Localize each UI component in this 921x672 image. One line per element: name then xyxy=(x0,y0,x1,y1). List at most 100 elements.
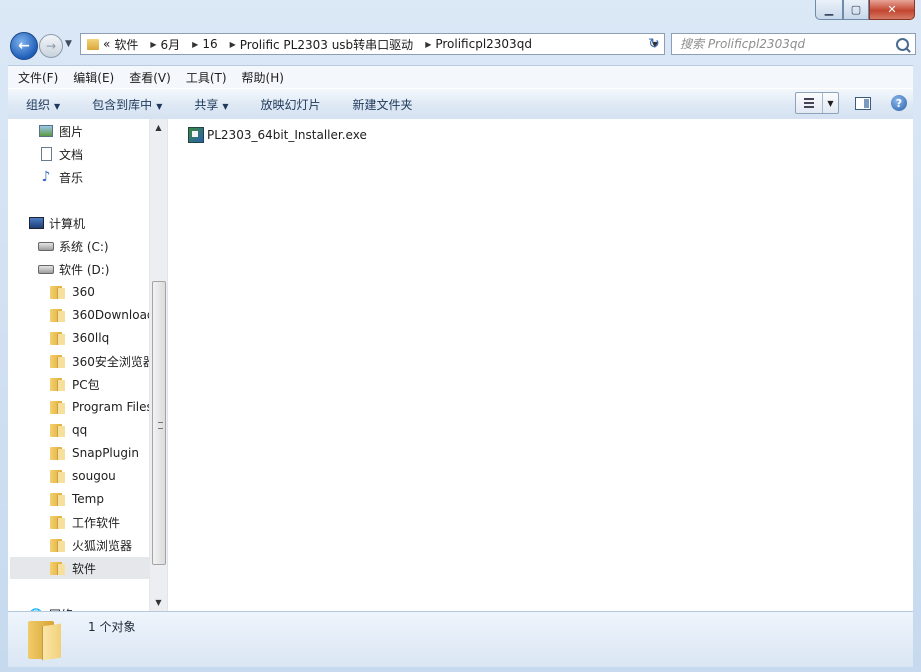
breadcrumb-item[interactable]: 软件 xyxy=(114,36,138,53)
tree-item-label: qq xyxy=(72,423,88,437)
refresh-button[interactable]: ↻ xyxy=(642,34,666,54)
tree-item-label: sougou xyxy=(72,469,116,483)
tree-folder[interactable]: 火狐浏览器 xyxy=(50,534,132,556)
breadcrumb-item[interactable]: 6月 xyxy=(161,36,181,53)
folder-icon xyxy=(50,377,65,391)
chevron-down-icon: ▼ xyxy=(222,102,229,111)
search-input[interactable] xyxy=(678,36,882,52)
tree-item-documents[interactable]: 文档 xyxy=(38,143,83,165)
file-item[interactable]: PL2303_64bit_Installer.exe xyxy=(188,127,367,143)
scroll-down-icon[interactable]: ▼ xyxy=(150,594,167,611)
tree-item-label: 计算机 xyxy=(49,216,86,231)
chevron-down-icon: ▼ xyxy=(156,102,163,111)
breadcrumb-separator-icon[interactable]: ▶ xyxy=(150,40,156,49)
tree-item-label: 火狐浏览器 xyxy=(72,538,133,553)
document-icon xyxy=(38,147,54,161)
tree-folder[interactable]: sougou xyxy=(50,465,116,487)
menu-edit[interactable]: 编辑(E) xyxy=(63,69,119,86)
breadcrumb-item[interactable]: Prolific PL2303 usb转串口驱动 xyxy=(240,36,413,53)
help-icon[interactable]: ? xyxy=(891,95,907,111)
tree-item-drive-d[interactable]: 软件 (D:) xyxy=(38,258,109,280)
change-view-button[interactable]: ▼ xyxy=(795,92,839,114)
minimize-button[interactable]: ▁ xyxy=(815,0,843,20)
back-button[interactable]: ← xyxy=(10,32,38,60)
preview-pane-icon[interactable] xyxy=(855,96,871,110)
arrow-right-icon: → xyxy=(45,39,57,53)
share-label: 共享 xyxy=(194,98,219,112)
search-box[interactable] xyxy=(671,33,916,55)
tree-folder[interactable]: 360 xyxy=(50,281,95,303)
new-folder-button[interactable]: 新建文件夹 xyxy=(335,96,427,113)
tree-item-label: 文档 xyxy=(59,147,84,162)
search-icon[interactable] xyxy=(896,37,909,51)
include-in-library-button[interactable]: 包含到库中 ▼ xyxy=(74,96,176,113)
menu-tools[interactable]: 工具(T) xyxy=(176,69,232,86)
drive-icon xyxy=(38,262,54,276)
menu-file[interactable]: 文件(F) xyxy=(8,69,63,86)
forward-button[interactable]: → xyxy=(39,34,63,58)
computer-icon xyxy=(28,216,44,230)
command-bar: 组织 ▼ 包含到库中 ▼ 共享 ▼ 放映幻灯片 新建文件夹 ▼ ? xyxy=(8,88,913,121)
tree-item-label: 软件 xyxy=(72,561,97,576)
tree-item-drive-c[interactable]: 系统 (C:) xyxy=(38,235,109,257)
share-button[interactable]: 共享 ▼ xyxy=(176,96,242,113)
tree-item-pictures[interactable]: 图片 xyxy=(38,120,83,142)
maximize-button[interactable]: ▢ xyxy=(843,0,869,20)
close-button[interactable]: ✕ xyxy=(869,0,915,20)
tree-item-label: 360安全浏览器 xyxy=(72,354,149,369)
navigation-bar: ← → ▼ « 软件 ▶ 6月 ▶ 16 ▶ Prolific PL2303 u… xyxy=(8,30,916,60)
tree-item-label: SnapPlugin xyxy=(72,446,139,460)
include-label: 包含到库中 xyxy=(92,98,153,112)
breadcrumb-item[interactable]: 16 xyxy=(202,37,217,51)
tree-item-computer[interactable]: 计算机 xyxy=(28,212,85,234)
address-bar[interactable]: « 软件 ▶ 6月 ▶ 16 ▶ Prolific PL2303 usb转串口驱… xyxy=(80,33,665,55)
tree-folder[interactable]: qq xyxy=(50,419,87,441)
breadcrumb-separator-icon[interactable]: ▶ xyxy=(230,40,236,49)
window-controls: ▁ ▢ ✕ xyxy=(815,0,915,20)
tree-folder[interactable]: 工作软件 xyxy=(50,511,120,533)
tree-folder[interactable]: 360安全浏览器 xyxy=(50,350,149,372)
menu-help[interactable]: 帮助(H) xyxy=(232,69,289,86)
folder-icon xyxy=(50,492,65,506)
tree-item-label: 音乐 xyxy=(59,170,84,185)
file-name: PL2303_64bit_Installer.exe xyxy=(207,128,367,142)
folder-icon xyxy=(50,308,65,322)
tree-folder[interactable]: PC包 xyxy=(50,373,100,395)
folder-icon xyxy=(50,538,65,552)
folder-icon xyxy=(50,469,65,483)
breadcrumb-item[interactable]: Prolificpl2303qd xyxy=(435,37,532,51)
tree-item-label: Program Files xyxy=(72,400,149,414)
breadcrumb-separator-icon[interactable]: ▶ xyxy=(425,40,431,49)
scroll-up-icon[interactable]: ▲ xyxy=(150,119,167,136)
folder-icon xyxy=(50,561,65,575)
view-options-dropdown-icon[interactable]: ▼ xyxy=(823,99,838,108)
tree-folder[interactable]: Program Files xyxy=(50,396,149,418)
menu-view[interactable]: 查看(V) xyxy=(119,69,176,86)
tree-item-label: PC包 xyxy=(72,377,100,392)
nav-pane-scrollbar[interactable]: ▲ ▼ xyxy=(149,119,167,611)
folder-icon xyxy=(50,423,65,437)
breadcrumb-separator-icon[interactable]: ▶ xyxy=(192,40,198,49)
folder-icon xyxy=(50,400,65,414)
folder-icon xyxy=(26,619,66,659)
tree-folder[interactable]: 360Download xyxy=(50,304,149,326)
tree-folder-selected[interactable]: 软件 xyxy=(10,557,149,579)
slideshow-button[interactable]: 放映幻灯片 xyxy=(243,96,335,113)
explorer-window: ▁ ▢ ✕ ← → ▼ « 软件 ▶ 6月 ▶ 16 ▶ Prolific PL… xyxy=(0,0,921,672)
organize-button[interactable]: 组织 ▼ xyxy=(8,96,74,113)
view-grid-icon xyxy=(796,93,823,113)
installer-icon xyxy=(188,127,204,143)
folder-icon xyxy=(50,331,65,345)
chevron-down-icon: ▼ xyxy=(54,102,61,111)
tree-folder[interactable]: 360llq xyxy=(50,327,109,349)
scrollbar-thumb[interactable] xyxy=(152,281,166,565)
tree-folder[interactable]: Temp xyxy=(50,488,104,510)
breadcrumb-overflow[interactable]: « xyxy=(103,37,110,51)
tree-item-music[interactable]: ♪ 音乐 xyxy=(38,166,83,188)
tree-item-label: 360llq xyxy=(72,331,110,345)
tree-folder[interactable]: SnapPlugin xyxy=(50,442,139,464)
folder-icon xyxy=(50,515,65,529)
breadcrumb: « 软件 ▶ 6月 ▶ 16 ▶ Prolific PL2303 usb转串口驱… xyxy=(103,36,536,53)
recent-pages-button[interactable]: ▼ xyxy=(65,39,72,49)
tree-item-network-partial[interactable]: 🌐网络 xyxy=(28,603,73,612)
